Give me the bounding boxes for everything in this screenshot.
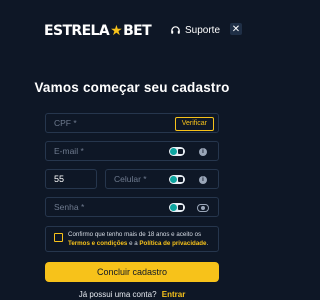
submit-button[interactable]: Concluir cadastro [45, 262, 219, 282]
login-link[interactable]: Entrar [162, 290, 186, 299]
password-field[interactable]: Senha * [45, 197, 219, 217]
close-icon: ✕ [231, 23, 241, 35]
star-icon: ★ [110, 23, 123, 39]
support-label: Suporte [185, 24, 221, 36]
cpf-field[interactable]: CPF * Verificar [45, 113, 219, 133]
headset-icon [171, 25, 180, 34]
consent-text-suffix: . [206, 240, 209, 247]
verify-button[interactable]: Verificar [174, 117, 214, 131]
consent-text: Confirmo que tenho mais de 18 anos e ace… [68, 230, 216, 248]
consent-checkbox[interactable] [54, 233, 63, 242]
terms-link[interactable]: Termos e condições [68, 240, 127, 247]
brand-logo[interactable]: ESTRELA ★ BET [44, 22, 152, 40]
page-title: Vamos começar seu cadastro [34, 80, 230, 95]
header: ESTRELA ★ BET Suporte ✕ [0, 0, 264, 62]
login-prompt: Já possui uma conta? [78, 290, 157, 299]
brand-name-part2: BET [123, 23, 152, 39]
autofill-toggle-icon[interactable] [169, 203, 185, 212]
country-code-field[interactable]: 55 [45, 169, 97, 189]
email-placeholder: E-mail * [54, 146, 84, 156]
cpf-placeholder: CPF * [54, 118, 77, 128]
close-button[interactable]: ✕ [230, 23, 242, 35]
password-placeholder: Senha * [54, 202, 85, 212]
info-icon[interactable]: i [199, 176, 207, 184]
eye-icon[interactable] [197, 204, 209, 212]
autofill-toggle-icon[interactable] [169, 147, 185, 156]
support-link[interactable]: Suporte [170, 22, 220, 38]
consent-box: Confirmo que tenho mais de 18 anos e ace… [45, 226, 219, 252]
consent-text-middle: e a [127, 240, 140, 247]
autofill-toggle-icon[interactable] [169, 175, 185, 184]
phone-placeholder: Celular * [114, 174, 147, 184]
login-line: Já possui uma conta? Entrar [0, 290, 264, 299]
phone-field[interactable]: Celular * i [105, 169, 219, 189]
consent-text-prefix: Confirmo que tenho mais de 18 anos e ace… [68, 231, 202, 238]
privacy-link[interactable]: Política de privacidade [139, 240, 206, 247]
email-field[interactable]: E-mail * i [45, 141, 219, 161]
brand-name-part1: ESTRELA [44, 23, 110, 39]
info-icon[interactable]: i [199, 148, 207, 156]
country-code-value: 55 [54, 174, 65, 184]
